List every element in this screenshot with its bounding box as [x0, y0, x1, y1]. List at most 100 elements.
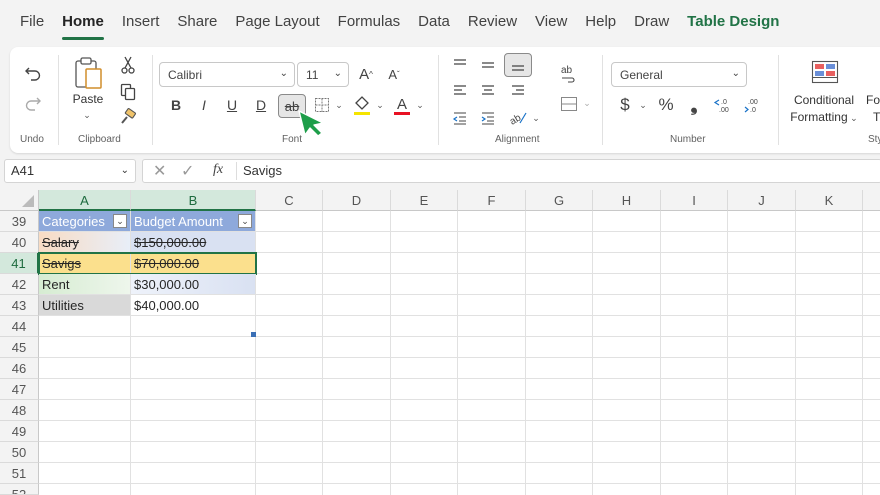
chevron-down-icon[interactable]: ⌄: [582, 97, 592, 109]
double-underline-button[interactable]: D: [252, 95, 270, 115]
column-header-i[interactable]: I: [661, 190, 728, 211]
column-header-j[interactable]: J: [728, 190, 796, 211]
formula-input[interactable]: Savigs: [243, 163, 282, 178]
formula-input-area[interactable]: ✕ ✓ fx Savigs: [142, 159, 880, 183]
chevron-down-icon[interactable]: ⌄: [375, 99, 385, 111]
row-header-42[interactable]: 42: [0, 274, 39, 295]
chevron-down-icon[interactable]: ⌄: [415, 99, 425, 111]
tab-page-layout[interactable]: Page Layout: [226, 0, 328, 44]
align-right-icon[interactable]: [508, 81, 528, 101]
enter-icon[interactable]: ✓: [181, 161, 194, 181]
font-size-dropdown[interactable]: 11 ⌄: [297, 62, 349, 87]
font-color-icon[interactable]: A: [390, 93, 414, 117]
align-middle-icon[interactable]: [478, 55, 498, 75]
increase-font-size-icon[interactable]: A ^: [356, 64, 376, 84]
row-header-48[interactable]: 48: [0, 400, 39, 421]
fill-color-icon[interactable]: [350, 93, 374, 117]
spreadsheet-grid[interactable]: A B C D E F G H I J K 39 40 41 42 43 44 …: [0, 190, 880, 495]
tab-insert[interactable]: Insert: [113, 0, 169, 44]
percent-icon[interactable]: %: [656, 94, 676, 116]
conditional-formatting-button[interactable]: Conditional: [788, 93, 860, 107]
row-header-40[interactable]: 40: [0, 232, 39, 253]
decrease-decimal-icon[interactable]: .00.0: [742, 94, 766, 116]
redo-icon[interactable]: [22, 91, 44, 115]
column-header-e[interactable]: E: [391, 190, 458, 211]
font-name-dropdown[interactable]: Calibri ⌄: [159, 62, 295, 87]
column-header-h[interactable]: H: [593, 190, 661, 211]
insert-function-icon[interactable]: fx: [213, 162, 223, 178]
wrap-text-icon[interactable]: ab: [558, 63, 580, 85]
format-as-table-button[interactable]: Fo: [866, 93, 880, 107]
conditional-formatting-icon[interactable]: [810, 59, 840, 85]
tab-file[interactable]: File: [11, 0, 53, 44]
column-header-d[interactable]: D: [323, 190, 391, 211]
undo-icon[interactable]: [22, 61, 44, 85]
row-header-41[interactable]: 41: [0, 253, 39, 274]
number-format-dropdown[interactable]: General ⌄: [611, 62, 747, 87]
row-header-39[interactable]: 39: [0, 211, 39, 232]
decrease-font-size-icon[interactable]: Aˇ: [384, 64, 404, 84]
column-header-b[interactable]: B: [131, 190, 256, 211]
table-cell-category[interactable]: Utilities: [39, 295, 131, 316]
bold-button[interactable]: B: [167, 95, 185, 115]
row-header-45[interactable]: 45: [0, 337, 39, 358]
select-all-corner[interactable]: [0, 190, 39, 211]
italic-button[interactable]: I: [195, 95, 213, 115]
row-header-51[interactable]: 51: [0, 463, 39, 484]
chevron-down-icon[interactable]: ⌄: [638, 99, 648, 111]
row-header-44[interactable]: 44: [0, 316, 39, 337]
table-resize-handle[interactable]: [251, 332, 256, 337]
tab-help[interactable]: Help: [576, 0, 625, 44]
increase-decimal-icon[interactable]: .0.00: [712, 94, 736, 116]
align-top-icon[interactable]: [450, 55, 470, 75]
tab-review[interactable]: Review: [459, 0, 526, 44]
filter-dropdown-icon[interactable]: ⌄: [113, 214, 127, 228]
cut-icon[interactable]: [118, 55, 138, 75]
column-header-f[interactable]: F: [458, 190, 526, 211]
currency-icon[interactable]: $: [616, 94, 634, 116]
chevron-down-icon[interactable]: ⌄: [531, 112, 541, 124]
underline-button[interactable]: U: [223, 95, 241, 115]
row-header-50[interactable]: 50: [0, 442, 39, 463]
table-cell-category[interactable]: Rent: [39, 274, 131, 295]
paste-button[interactable]: Paste: [68, 92, 108, 106]
tab-share[interactable]: Share: [168, 0, 226, 44]
tab-data[interactable]: Data: [409, 0, 459, 44]
copy-icon[interactable]: [118, 82, 138, 102]
align-left-icon[interactable]: [450, 81, 470, 101]
row-header-47[interactable]: 47: [0, 379, 39, 400]
orientation-icon[interactable]: ab: [506, 108, 530, 128]
increase-indent-icon[interactable]: [478, 108, 498, 128]
row-header-49[interactable]: 49: [0, 421, 39, 442]
comma-style-icon[interactable]: ❟: [686, 94, 702, 116]
filter-dropdown-icon[interactable]: ⌄: [238, 214, 252, 228]
align-center-icon[interactable]: [478, 81, 498, 101]
name-box[interactable]: A41 ⌄: [4, 159, 136, 183]
decrease-indent-icon[interactable]: [450, 108, 470, 128]
row-header-52[interactable]: 52: [0, 484, 39, 495]
chevron-down-icon[interactable]: ⌄: [334, 99, 344, 111]
cancel-icon[interactable]: ✕: [153, 161, 166, 181]
column-header-g[interactable]: G: [526, 190, 593, 211]
column-header-c[interactable]: C: [256, 190, 323, 211]
table-header-budget-amount[interactable]: Budget Amount ⌄: [131, 211, 256, 232]
column-header-a[interactable]: A: [39, 190, 131, 211]
merge-center-icon[interactable]: [558, 93, 580, 115]
row-header-43[interactable]: 43: [0, 295, 39, 316]
align-bottom-icon[interactable]: [504, 53, 532, 77]
tab-table-design[interactable]: Table Design: [678, 0, 788, 44]
chevron-down-icon[interactable]: ⌄: [80, 109, 94, 121]
paste-icon[interactable]: [70, 55, 106, 91]
tab-view[interactable]: View: [526, 0, 576, 44]
table-cell-amount[interactable]: $30,000.00: [131, 274, 256, 295]
table-cell-amount[interactable]: $150,000.00: [131, 232, 256, 253]
tab-draw[interactable]: Draw: [625, 0, 678, 44]
table-cell-category[interactable]: Salary: [39, 232, 131, 253]
tab-formulas[interactable]: Formulas: [329, 0, 410, 44]
format-painter-icon[interactable]: [118, 107, 138, 127]
table-header-categories[interactable]: Categories ⌄: [39, 211, 131, 232]
row-header-46[interactable]: 46: [0, 358, 39, 379]
tab-home[interactable]: Home: [53, 0, 113, 44]
column-header-k[interactable]: K: [796, 190, 863, 211]
table-cell-amount[interactable]: $40,000.00: [131, 295, 256, 316]
